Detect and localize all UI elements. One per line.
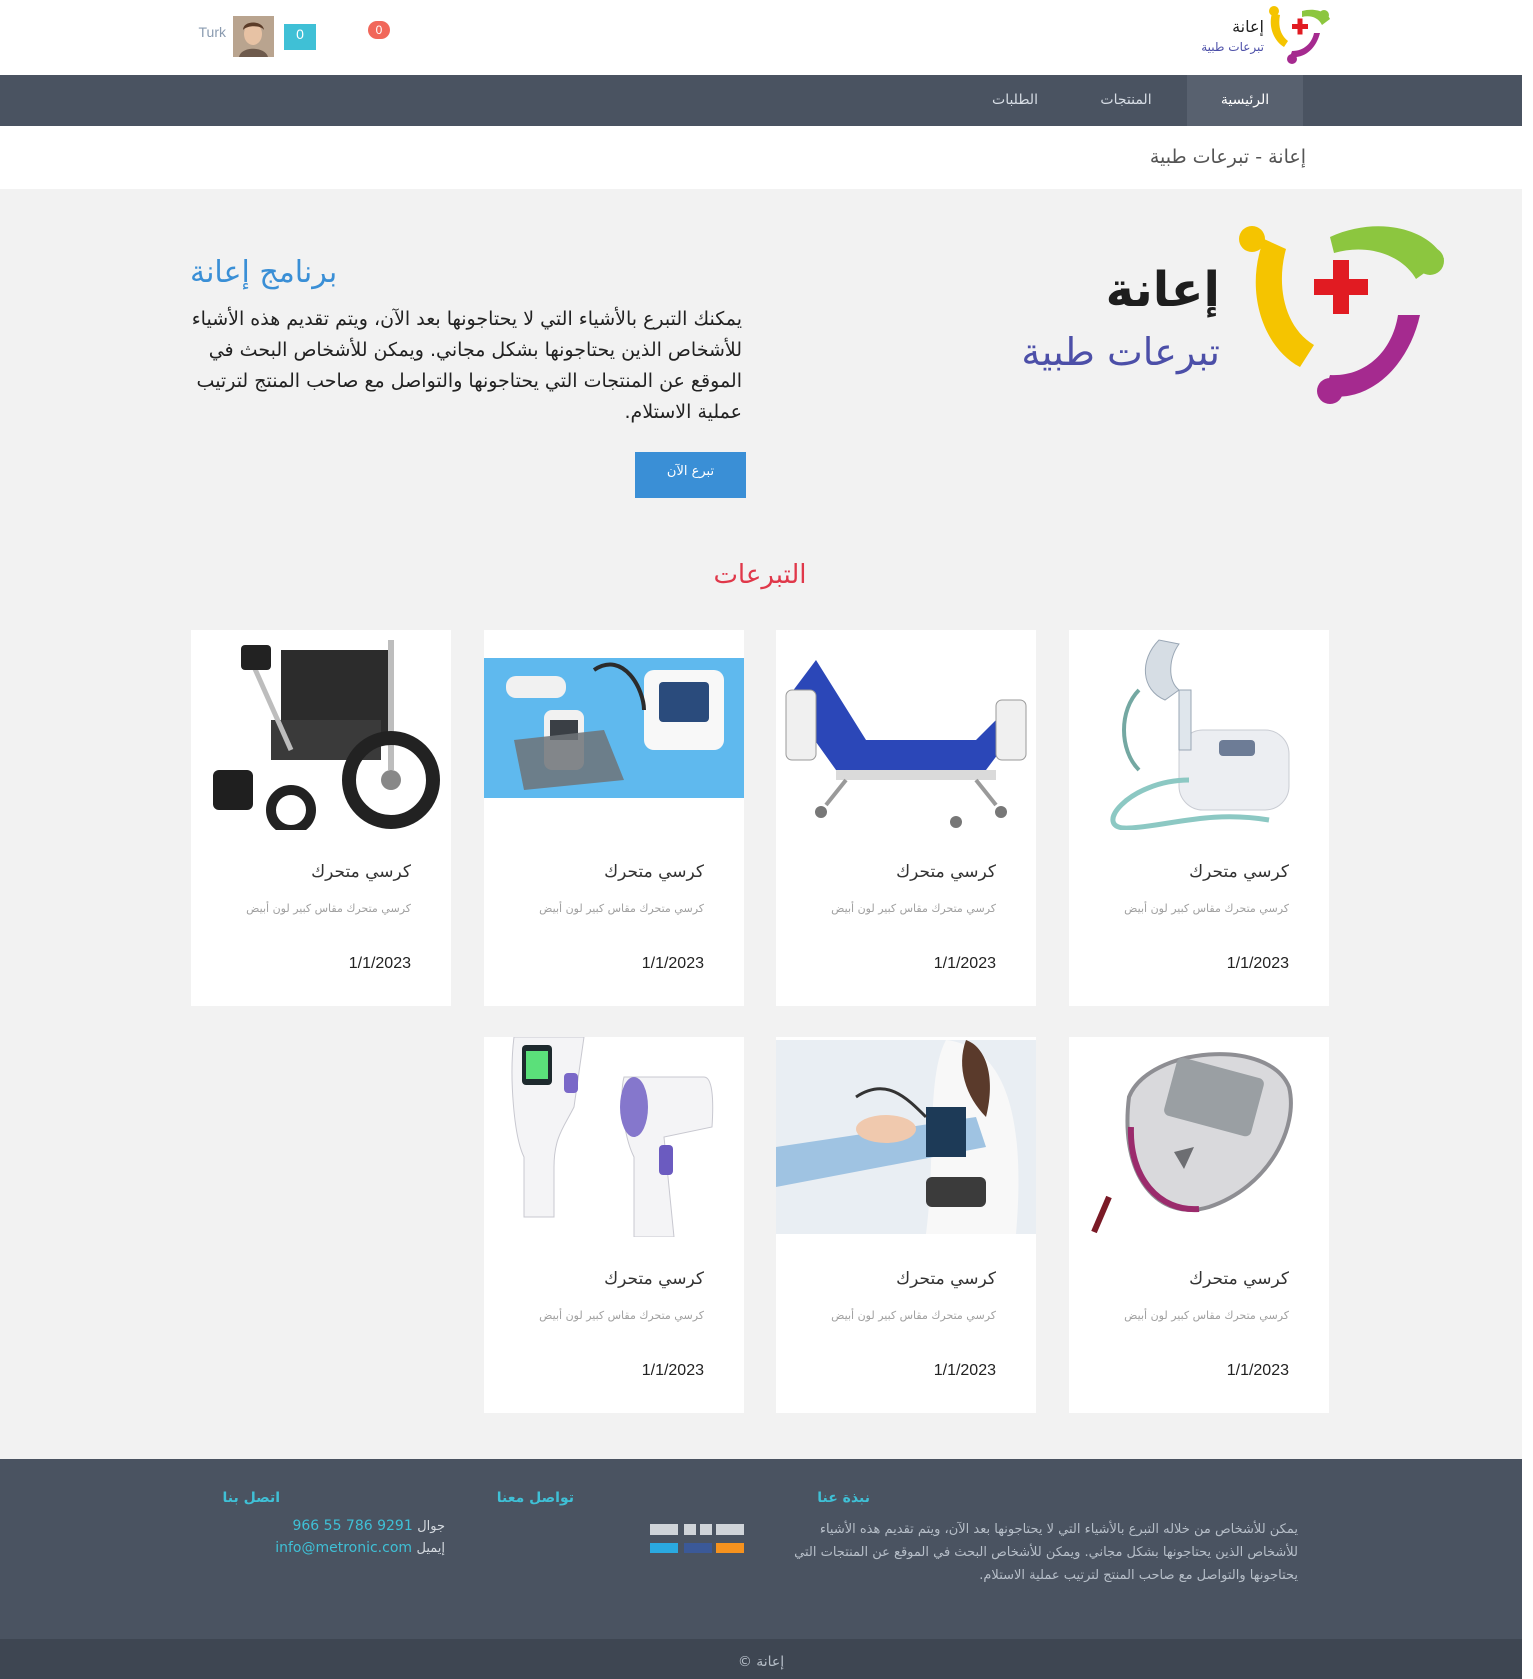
footer-contact-title: اتصل بنا bbox=[222, 1490, 280, 1506]
nav-orders[interactable]: الطلبات bbox=[965, 75, 1065, 126]
donation-card[interactable]: كرسي متحرك كرسي متحرك مقاس كبير لون أبيض… bbox=[484, 630, 744, 1006]
donations-title: التبرعات bbox=[713, 560, 807, 590]
donation-card[interactable]: كرسي متحرك كرسي متحرك مقاس كبير لون أبيض… bbox=[484, 1037, 744, 1413]
card-title: كرسي متحرك bbox=[604, 1269, 704, 1289]
card-date: 1/1/2023 bbox=[933, 955, 996, 972]
hospital-bed-image bbox=[776, 630, 1036, 830]
logo-icon[interactable] bbox=[1262, 5, 1332, 65]
donate-now-button[interactable]: تبرع الآن bbox=[635, 452, 746, 498]
card-date: 1/1/2023 bbox=[1226, 1362, 1289, 1379]
donation-card[interactable]: كرسي متحرك كرسي متحرك مقاس كبير لون أبيض… bbox=[776, 1037, 1036, 1413]
donation-card[interactable]: كرسي متحرك كرسي متحرك مقاس كبير لون أبيض… bbox=[1069, 630, 1329, 1006]
notification-badge[interactable]: 0 bbox=[368, 21, 390, 39]
copyright: إعانة © bbox=[0, 1639, 1522, 1679]
page-title: إعانة - تبرعات طبية bbox=[1149, 146, 1306, 168]
card-description: كرسي متحرك مقاس كبير لون أبيض bbox=[246, 902, 411, 915]
footer-phone[interactable]: جوال 966 55 786 9291 bbox=[230, 1518, 445, 1534]
hero-logo-subtitle: تبرعات طبية bbox=[1021, 330, 1220, 374]
logo-subtitle: تبرعات طبية bbox=[1201, 40, 1264, 54]
phone-label: جوال bbox=[417, 1519, 445, 1534]
top-header: إعانة تبرعات طبية Turk 0 0 bbox=[0, 0, 1522, 75]
card-date: 1/1/2023 bbox=[641, 955, 704, 972]
card-title: كرسي متحرك bbox=[311, 862, 411, 882]
hero-logo-title: إعانة bbox=[1105, 262, 1220, 318]
page-header: إعانة - تبرعات طبية bbox=[0, 126, 1522, 189]
card-description: كرسي متحرك مقاس كبير لون أبيض bbox=[539, 1309, 704, 1322]
card-title: كرسي متحرك bbox=[896, 862, 996, 882]
donation-card[interactable]: كرسي متحرك كرسي متحرك مقاس كبير لون أبيض… bbox=[776, 630, 1036, 1006]
card-description: كرسي متحرك مقاس كبير لون أبيض bbox=[1124, 1309, 1289, 1322]
footer-social-title: تواصل معنا bbox=[496, 1490, 574, 1506]
card-description: كرسي متحرك مقاس كبير لون أبيض bbox=[831, 902, 996, 915]
donation-card[interactable]: كرسي متحرك كرسي متحرك مقاس كبير لون أبيض… bbox=[1069, 1037, 1329, 1413]
donation-card[interactable]: كرسي متحرك كرسي متحرك مقاس كبير لون أبيض… bbox=[191, 630, 451, 1006]
logo-title: إعانة bbox=[1232, 17, 1264, 36]
nav-products[interactable]: المنتجات bbox=[1076, 75, 1176, 126]
main-nav: الرئيسية المنتجات الطلبات bbox=[0, 75, 1522, 126]
email-address[interactable]: info@metronic.com bbox=[275, 1540, 412, 1556]
user-avatar[interactable] bbox=[233, 16, 274, 57]
card-description: كرسي متحرك مقاس كبير لون أبيض bbox=[1124, 902, 1289, 915]
glucometer-image bbox=[1069, 1037, 1329, 1237]
footer-email[interactable]: إيميل info@metronic.com bbox=[230, 1540, 445, 1556]
wheelchair-image bbox=[191, 630, 451, 830]
hero-description: يمكنك التبرع بالأشياء التي لا يحتاجونها … bbox=[191, 308, 742, 423]
blood-pressure-image bbox=[776, 1037, 1036, 1237]
card-date: 1/1/2023 bbox=[641, 1362, 704, 1379]
card-title: كرسي متحرك bbox=[604, 862, 704, 882]
social-links-icon[interactable] bbox=[650, 1524, 746, 1554]
nebulizer-image bbox=[1069, 630, 1329, 830]
card-title: كرسي متحرك bbox=[1189, 1269, 1289, 1289]
card-date: 1/1/2023 bbox=[1226, 955, 1289, 972]
card-title: كرسي متحرك bbox=[1189, 862, 1289, 882]
card-description: كرسي متحرك مقاس كبير لون أبيض bbox=[539, 902, 704, 915]
email-label: إيميل bbox=[416, 1541, 445, 1556]
nav-home[interactable]: الرئيسية bbox=[1187, 75, 1303, 126]
card-date: 1/1/2023 bbox=[933, 1362, 996, 1379]
card-date: 1/1/2023 bbox=[348, 955, 411, 972]
hero-title: برنامج إعانة bbox=[190, 255, 338, 290]
footer-about-text: يمكن للأشخاص من خلاله التبرع بالأشياء ال… bbox=[794, 1522, 1298, 1583]
cart-badge[interactable]: 0 bbox=[284, 24, 316, 50]
hero-logo-icon bbox=[1239, 226, 1444, 404]
medical-devices-image bbox=[484, 630, 744, 830]
thermometer-image bbox=[484, 1037, 744, 1237]
footer-about-title: نبذة عنا bbox=[817, 1490, 870, 1506]
user-name[interactable]: Turk bbox=[190, 24, 226, 40]
card-description: كرسي متحرك مقاس كبير لون أبيض bbox=[831, 1309, 996, 1322]
phone-number[interactable]: 966 55 786 9291 bbox=[292, 1518, 412, 1534]
card-title: كرسي متحرك bbox=[896, 1269, 996, 1289]
